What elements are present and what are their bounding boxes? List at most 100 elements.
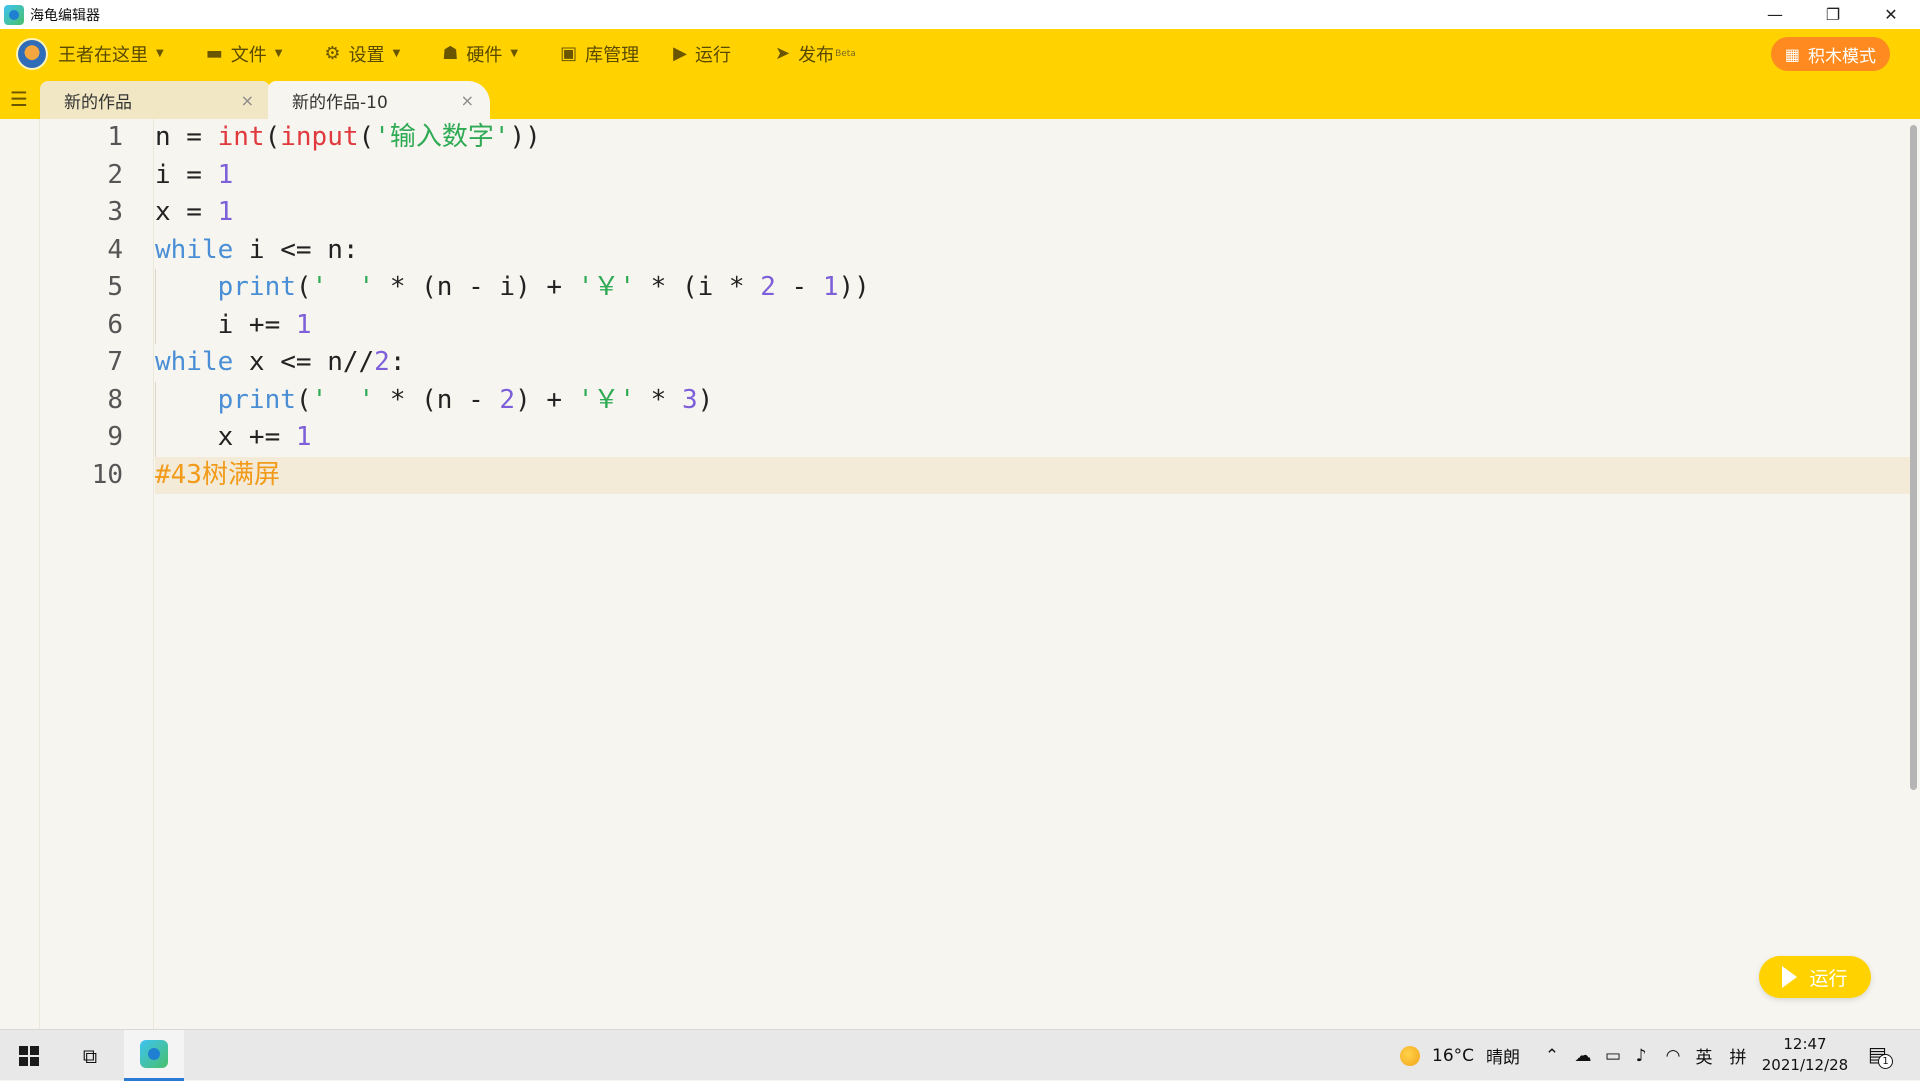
code-line[interactable]: x = 1 [155,194,233,232]
code-token: ( [264,122,281,152]
code-line[interactable]: #43树满屏 [155,457,280,495]
tab-new-work-10[interactable]: 新的作品-10 × [268,81,490,119]
title-bar: 海龟编辑器 — ❐ ✕ [0,0,1920,29]
publish-label: 发布 [798,44,835,66]
cloud-icon[interactable]: ☁ [1570,1030,1596,1081]
close-button[interactable]: ✕ [1862,0,1920,29]
code-token: )) [509,122,541,152]
code-token: 2 [499,384,516,415]
turtle-editor-icon [140,1040,168,1068]
code-line[interactable]: x += 1 [155,419,312,457]
code-token: 2 [374,347,390,377]
settings-menu-label: 设置 [348,44,385,66]
line-number: 6 [107,309,123,340]
play-circle-icon: ▶ [673,43,687,64]
line-number-gutter: 1 2 3 4 5 6 7 8 9 10 [40,119,154,1029]
code-token: '￥' [577,384,636,415]
volume-icon[interactable]: ♪ [1628,1030,1654,1081]
window-title: 海龟编辑器 [30,7,100,24]
code-token: '￥' [577,272,635,302]
code-token: while [155,234,234,265]
system-clock[interactable]: 12:47 2021/12/28 [1760,1034,1850,1076]
settings-menu[interactable]: ⚙ 设置 ▼ [324,29,400,78]
weather-temp[interactable]: 16°C [1432,1030,1474,1081]
code-token: 2 [760,272,776,302]
code-editor[interactable]: 1 2 3 4 5 6 7 8 9 10 n = int(input('输入数字')) i = 1x… [0,119,1920,1029]
code-line[interactable]: print(' ' * (n - 2) + '￥' * 3) [155,382,714,420]
chevron-up-icon[interactable]: ⌃ [1540,1030,1564,1081]
restore-button[interactable]: ❐ [1804,0,1862,29]
code-line[interactable]: i = 1 [155,157,233,195]
code-token: )) [838,272,870,302]
run-button[interactable]: 运行 [1759,956,1871,998]
code-token: 1 [295,422,312,452]
code-token: 3 [681,384,698,415]
play-icon [1782,966,1798,988]
notification-count: 1 [1878,1054,1893,1069]
code-token: ) [697,384,714,415]
weather-condition[interactable]: 晴朗 [1486,1030,1520,1081]
code-token: * (n - i) + [374,272,578,302]
code-token: * (i * [635,272,761,302]
minimize-button[interactable]: — [1746,0,1804,29]
notification-icon[interactable]: ▤ 1 [1868,1042,1893,1069]
indent-guide [155,269,156,344]
code-token: ( [358,122,375,152]
battery-icon[interactable]: ▭ [1600,1030,1626,1081]
run-menu-label: 运行 [694,44,731,66]
code-token: * (n - [374,384,500,415]
line-number: 4 [107,234,123,265]
code-token: * [635,384,682,415]
close-icon[interactable]: × [461,91,474,110]
close-icon[interactable]: × [241,91,254,110]
code-token: i <= n: [233,234,359,265]
code-token: ' ' [311,384,375,415]
code-token: x <= n// [233,347,375,377]
code-token: i += [155,309,296,340]
user-menu[interactable]: 王者在这里 ▼ [16,29,164,78]
code-token: : [389,347,406,377]
code-token: - [775,272,823,302]
run-menu-button[interactable]: ▶ 运行 [673,29,731,78]
avatar-icon [16,37,48,70]
code-area[interactable]: n = int(input('输入数字')) i = 1x = 1 while i … [155,119,1913,1029]
tab-new-work[interactable]: 新的作品 × [40,81,270,119]
code-token: n = [155,122,218,152]
file-menu[interactable]: ▬ 文件 ▼ [206,29,283,78]
code-token: ( [295,384,312,415]
code-token: ( [295,272,312,302]
code-line[interactable]: n = int(input('输入数字')) [155,119,541,157]
windows-icon [19,1045,39,1066]
library-button[interactable]: ▣ 库管理 [560,29,639,78]
taskbar-app-turtle-editor[interactable] [124,1030,184,1081]
sun-icon[interactable] [1398,1030,1422,1081]
code-line[interactable]: while i <= n: [155,232,359,270]
code-line[interactable]: while x <= n//2: [155,344,405,382]
clock-time: 12:47 [1783,1035,1827,1053]
publish-button[interactable]: ➤ 发布 Beta [775,29,856,78]
hardware-menu[interactable]: ☗ 硬件 ▼ [442,29,518,78]
box-icon: ▣ [560,43,578,64]
indent-guide [155,381,156,457]
wifi-icon[interactable]: ◠ [1660,1030,1686,1081]
hardware-menu-label: 硬件 [466,44,503,66]
task-view-icon[interactable]: ⧉ [62,1030,118,1081]
chevron-down-icon: ▼ [156,48,164,59]
vertical-scrollbar[interactable] [1906,119,1920,1029]
robot-icon: ☗ [442,43,459,64]
blocks-mode-button[interactable]: ▦ 积木模式 [1770,37,1890,71]
code-token: x += [155,422,296,452]
start-button[interactable] [0,1030,58,1081]
line-number: 8 [107,384,123,415]
code-line[interactable]: print(' ' * (n - i) + '￥' * (i * 2 - 1)) [155,269,870,307]
ime-language[interactable]: 英 [1692,1030,1716,1081]
ime-mode[interactable]: 拼 [1726,1030,1750,1081]
scrollbar-thumb[interactable] [1910,125,1917,790]
code-token: int [217,122,265,152]
code-line[interactable]: i += 1 [155,307,312,345]
code-token: #43树满屏 [155,459,280,490]
active-line-highlight [155,456,1913,494]
run-button-label: 运行 [1809,967,1848,990]
sidebar-toggle-icon[interactable]: ☰ [0,78,38,119]
